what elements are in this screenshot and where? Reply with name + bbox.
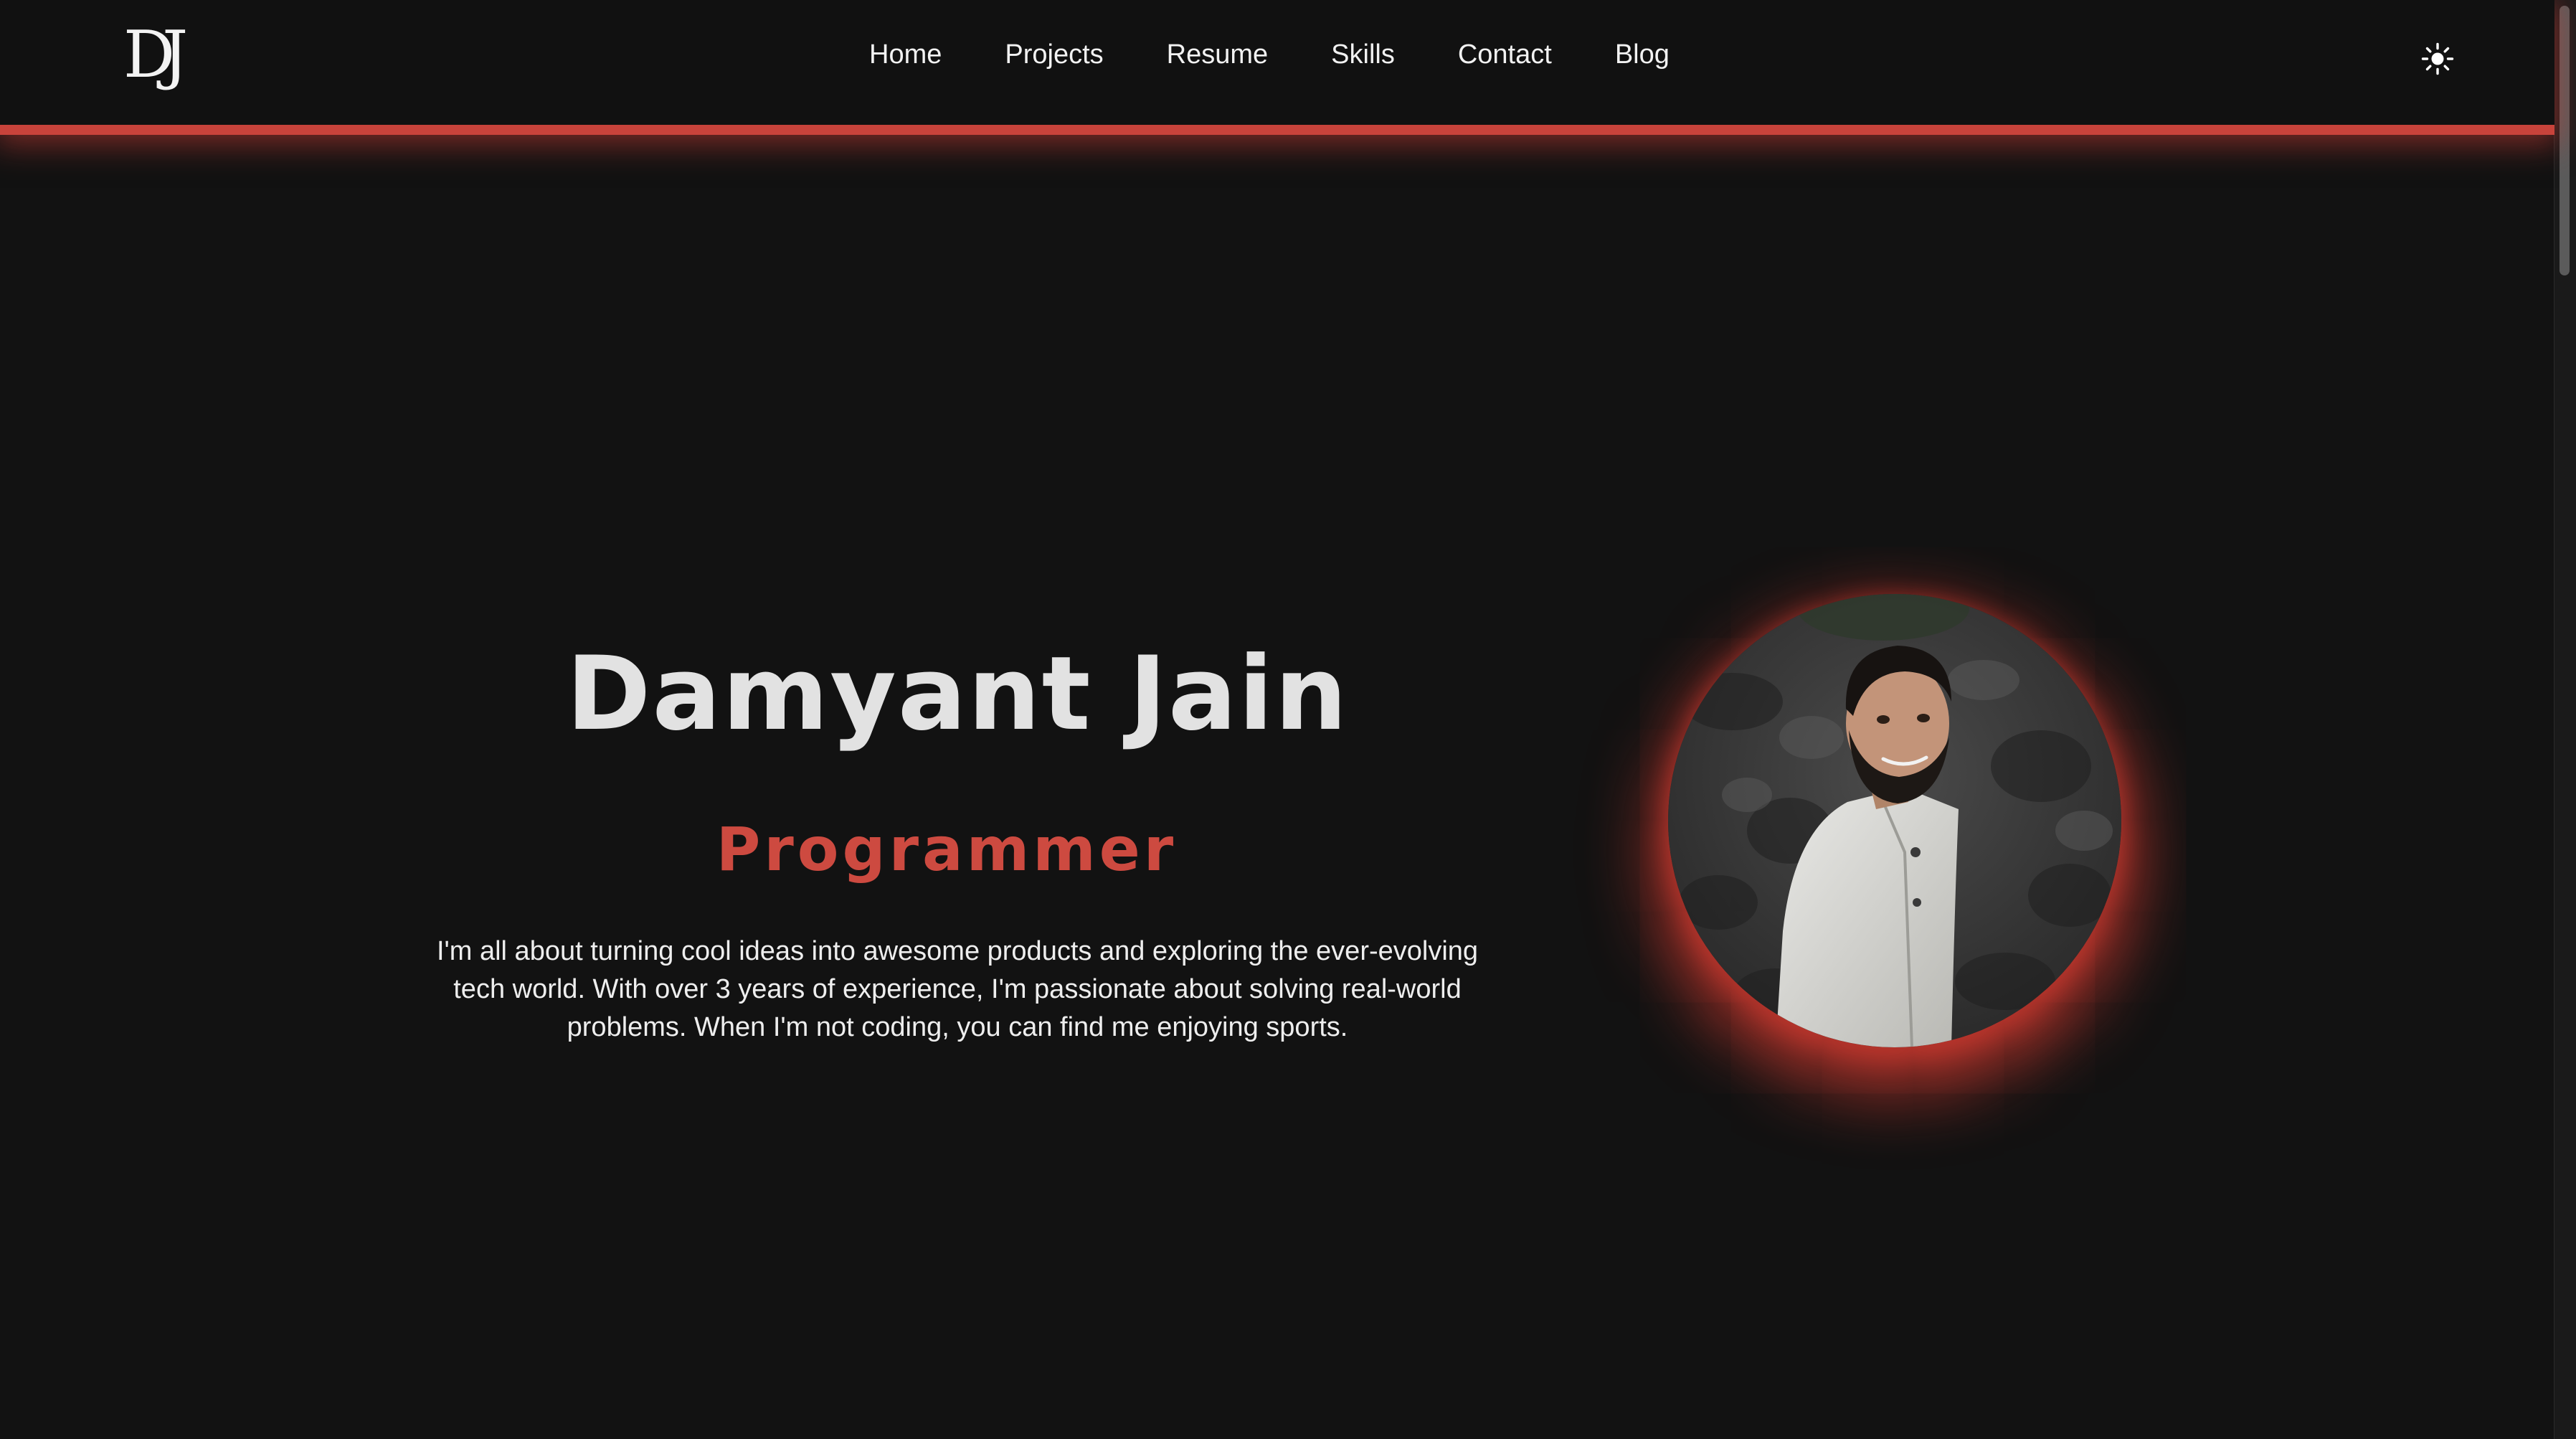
- hero-bio: I'm all about turning cool ideas into aw…: [436, 936, 1479, 1042]
- hero-role: Programmer: [716, 814, 1178, 884]
- logo-text: DJ: [123, 17, 188, 93]
- profile-avatar: [1668, 594, 2121, 1047]
- sun-icon: [2421, 42, 2454, 75]
- site-logo[interactable]: DJ: [123, 23, 202, 103]
- nav-resume[interactable]: Resume: [1167, 39, 1269, 70]
- site-header: DJ Home Projects Resume Skills Contact B…: [0, 0, 2554, 135]
- hero-name: Damyant Jain: [566, 635, 1349, 753]
- page: DJ Home Projects Resume Skills Contact B…: [0, 0, 2576, 1439]
- nav-projects[interactable]: Projects: [1005, 39, 1103, 70]
- nav-contact[interactable]: Contact: [1458, 39, 1552, 70]
- profile-photo: [1668, 594, 2121, 1047]
- page-scrollbar[interactable]: [2554, 0, 2576, 1439]
- main-nav: Home Projects Resume Skills Contact Blog: [869, 39, 1670, 70]
- nav-home[interactable]: Home: [869, 39, 942, 70]
- nav-blog[interactable]: Blog: [1615, 39, 1670, 70]
- scrollbar-thumb[interactable]: [2560, 6, 2570, 275]
- theme-toggle-button[interactable]: [2420, 41, 2456, 77]
- nav-skills[interactable]: Skills: [1331, 39, 1395, 70]
